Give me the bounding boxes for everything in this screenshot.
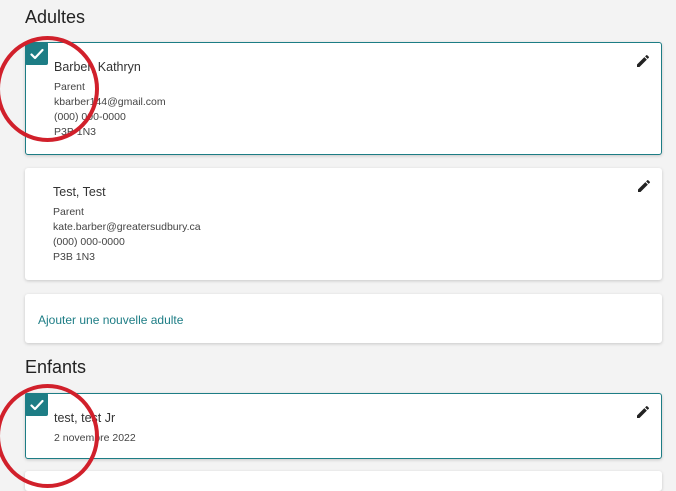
add-adult-card[interactable]: Ajouter une nouvelle adulte [25, 294, 662, 343]
adult-email: kate.barber@greatersudbury.ca [53, 221, 201, 233]
adults-section-title: Adultes [25, 7, 86, 27]
adult-email: kbarber144@gmail.com [54, 96, 166, 108]
adult-role: Parent [53, 206, 84, 218]
adult-info: Barber, Kathryn Parent kbarber144@gmail.… [54, 60, 166, 140]
child-card-1[interactable]: test, test Jr 2 novembre 2022 [25, 393, 662, 459]
checkmark-icon[interactable] [25, 42, 48, 65]
child-birthdate: 2 novembre 2022 [54, 432, 136, 444]
child-name: test, test Jr [54, 411, 116, 425]
adult-info: Test, Test Parent kate.barber@greatersud… [53, 185, 201, 265]
child-card-2-partial[interactable] [25, 471, 662, 491]
add-adult-link[interactable]: Ajouter une nouvelle adulte [38, 313, 183, 327]
pencil-icon[interactable] [635, 53, 651, 69]
adult-name: Barber, Kathryn [54, 60, 141, 74]
child-info: test, test Jr 2 novembre 2022 [54, 411, 136, 446]
adult-postal-code: P3B 1N3 [54, 126, 97, 138]
adult-postal-code: P3B 1N3 [53, 251, 96, 263]
pencil-icon[interactable] [636, 178, 652, 194]
page: Adultes Barber, Kathryn Parent kbarber14… [0, 0, 676, 491]
adult-card-1[interactable]: Barber, Kathryn Parent kbarber144@gmail.… [25, 42, 662, 155]
adult-role: Parent [54, 81, 85, 93]
pencil-icon[interactable] [635, 404, 651, 420]
adult-phone: (000) 000-0000 [53, 236, 125, 248]
children-section-title: Enfants [25, 357, 87, 377]
adult-name: Test, Test [53, 185, 106, 199]
adult-card-2[interactable]: Test, Test Parent kate.barber@greatersud… [25, 168, 662, 280]
adult-phone: (000) 000-0000 [54, 111, 126, 123]
checkmark-icon[interactable] [25, 393, 48, 416]
